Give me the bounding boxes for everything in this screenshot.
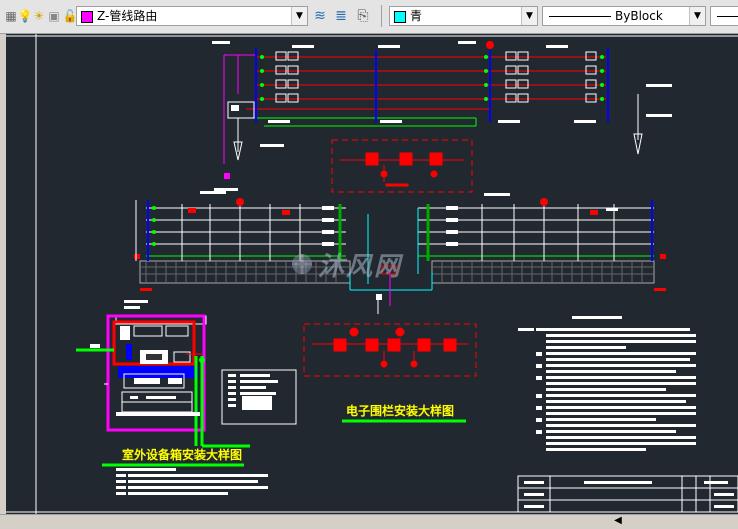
fence-elevation-right bbox=[417, 193, 666, 291]
watermark-logo bbox=[292, 254, 312, 274]
lineweight-preview bbox=[717, 16, 738, 17]
wiring-diagram-top bbox=[212, 41, 672, 191]
linetype-name: ByBlock bbox=[615, 9, 663, 23]
layer-dropdown[interactable]: Z-管线路由 ▼ bbox=[76, 6, 308, 26]
chevron-down-icon[interactable]: ▼ bbox=[689, 7, 705, 25]
chevron-down-icon[interactable]: ▼ bbox=[521, 7, 537, 25]
circuit-detail-top bbox=[331, 139, 473, 193]
scroll-left-icon[interactable]: ◀ bbox=[612, 515, 624, 527]
linetype-preview bbox=[549, 16, 611, 17]
notes-block bbox=[518, 316, 696, 451]
lineweight-dropdown[interactable] bbox=[710, 6, 738, 26]
chevron-down-icon[interactable]: ▼ bbox=[291, 7, 307, 25]
toolbar-separator bbox=[381, 5, 382, 27]
linetype-dropdown[interactable]: ByBlock ▼ bbox=[542, 6, 706, 26]
layer-props-icon[interactable]: ≋ bbox=[313, 9, 327, 23]
horizontal-scrollbar[interactable] bbox=[608, 514, 738, 529]
color-icon[interactable]: ▣ bbox=[47, 9, 61, 23]
layer-manager-icon[interactable]: ▦ bbox=[4, 9, 18, 23]
color-dropdown[interactable]: 青 ▼ bbox=[389, 6, 538, 26]
left-notes bbox=[116, 468, 268, 495]
watermark-text: 沐风网 bbox=[318, 252, 403, 282]
color-name: 青 bbox=[410, 9, 423, 23]
properties-toolbar: ▦ 💡 ☀ ▣ 🔓 Z-管线路由 ▼ ≋ ≣ ⎘ 青 ▼ ByBlock ▼ bbox=[0, 0, 738, 34]
layer-color-swatch bbox=[81, 11, 93, 23]
title-outdoor-box-detail: 室外设备箱安装大样图 bbox=[122, 448, 243, 462]
drawing-canvas[interactable]: 沐风网 电子围栏安装大样图 室外设备箱安装大样图 bbox=[6, 34, 738, 514]
canvas-bottom-bar bbox=[0, 514, 608, 529]
bulb-icon[interactable]: 💡 bbox=[18, 9, 33, 23]
circuit-detail-bottom bbox=[303, 323, 477, 377]
color-swatch bbox=[394, 11, 406, 23]
layer-name: Z-管线路由 bbox=[97, 9, 158, 23]
lock-icon[interactable]: 🔓 bbox=[63, 9, 78, 23]
title-fence-detail: 电子围栏安装大样图 bbox=[346, 404, 455, 418]
sun-icon[interactable]: ☀ bbox=[32, 9, 46, 23]
legend-box bbox=[221, 369, 297, 425]
layer-previous-icon[interactable]: ⎘ bbox=[356, 9, 370, 23]
layer-state-icon[interactable]: ≣ bbox=[334, 9, 348, 23]
